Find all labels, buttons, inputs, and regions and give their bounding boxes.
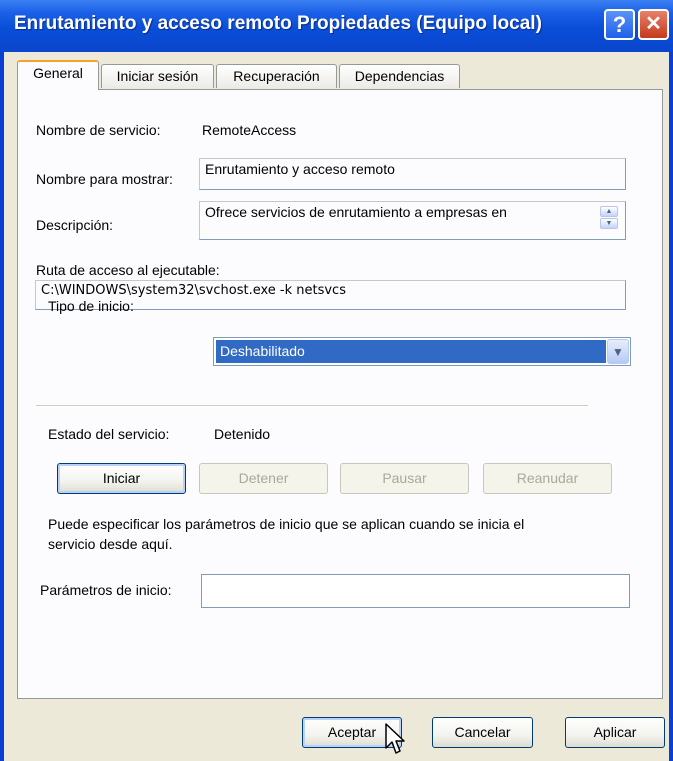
scroll-up-icon[interactable]: ▲ (600, 206, 618, 217)
display-name-field[interactable]: Enrutamiento y acceso remoto (199, 158, 626, 190)
display-name-value: Enrutamiento y acceso remoto (205, 161, 395, 177)
close-button[interactable]: ✕ (638, 9, 669, 40)
pause-service-button[interactable]: Pausar (340, 463, 469, 494)
start-service-button[interactable]: Iniciar (57, 463, 186, 494)
mouse-pointer-icon (385, 723, 405, 754)
separator (36, 405, 588, 407)
exe-path-label: Ruta de acceso al ejecutable: (36, 262, 220, 278)
startup-type-value: Deshabilitado (216, 340, 606, 363)
startup-type-label: Tipo de inicio: (48, 298, 134, 314)
tab-iniciar-sesion[interactable]: Iniciar sesión (101, 64, 214, 88)
tab-general[interactable]: General (17, 60, 99, 90)
close-icon: ✕ (645, 13, 662, 35)
description-value: Ofrece servicios de enrutamiento a empre… (205, 204, 507, 220)
startup-type-select[interactable]: Deshabilitado ▼ (213, 337, 631, 366)
description-field[interactable]: Ofrece servicios de enrutamiento a empre… (199, 201, 626, 240)
help-icon: ? (612, 12, 627, 37)
start-params-input[interactable] (201, 574, 630, 608)
tab-dependencias[interactable]: Dependencias (339, 64, 460, 88)
cancel-button[interactable]: Cancelar (432, 717, 533, 748)
start-params-hint-line1: Puede especificar los parámetros de inic… (48, 516, 525, 532)
service-status-value: Detenido (214, 426, 271, 442)
apply-button[interactable]: Aplicar (565, 717, 665, 748)
service-name-label: Nombre de servicio: (36, 122, 161, 138)
service-name-value: RemoteAccess (202, 122, 297, 138)
stop-service-button[interactable]: Detener (199, 463, 328, 494)
tab-recuperacion[interactable]: Recuperación (216, 64, 337, 88)
scroll-down-icon[interactable]: ▼ (600, 218, 618, 229)
window-title: Enrutamiento y acceso remoto Propiedades… (14, 13, 542, 34)
description-label: Descripción: (36, 217, 114, 233)
exe-path-value: C:\WINDOWS\system32\svchost.exe -k netsv… (41, 283, 346, 298)
start-params-hint-line2: servicio desde aquí. (48, 536, 173, 552)
help-button[interactable]: ? (604, 9, 635, 40)
chevron-down-icon[interactable]: ▼ (607, 339, 629, 364)
title-bar[interactable]: Enrutamiento y acceso remoto Propiedades… (0, 0, 673, 52)
window-frame: Enrutamiento y acceso remoto Propiedades… (0, 0, 673, 761)
resume-service-button[interactable]: Reanudar (483, 463, 612, 494)
start-params-label: Parámetros de inicio: (40, 582, 172, 598)
service-status-label: Estado del servicio: (48, 426, 170, 442)
display-name-label: Nombre para mostrar: (36, 171, 173, 187)
